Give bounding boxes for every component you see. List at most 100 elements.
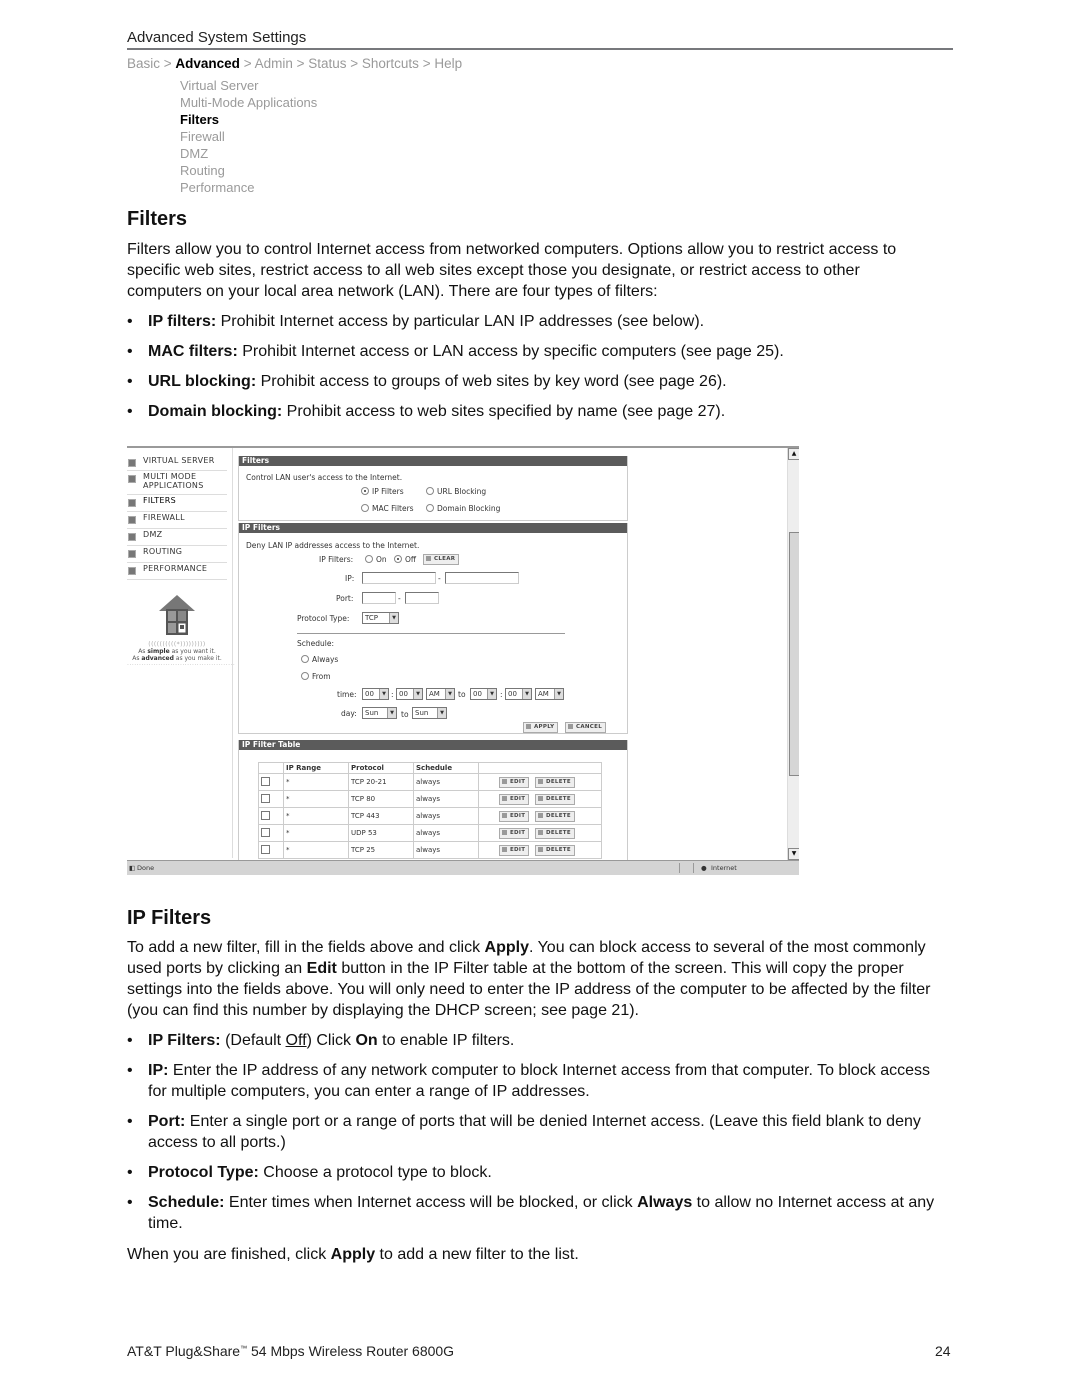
radio-icon[interactable] bbox=[301, 672, 309, 680]
button-label: EDIT bbox=[510, 830, 526, 836]
router-nav-item-filters[interactable]: FILTERS bbox=[127, 496, 227, 512]
radio-icon[interactable] bbox=[301, 655, 309, 663]
colon: : bbox=[500, 690, 503, 699]
scroll-up-icon[interactable]: ▲ bbox=[788, 448, 799, 460]
clear-button[interactable]: CLEAR bbox=[423, 554, 460, 565]
button-label: DELETE bbox=[546, 830, 571, 836]
apply-button[interactable]: APPLY bbox=[523, 722, 559, 733]
radio-url-blocking[interactable]: URL Blocking bbox=[426, 487, 486, 496]
button-label: DELETE bbox=[546, 796, 571, 802]
radio-ip-filters[interactable]: IP Filters bbox=[361, 487, 404, 496]
router-nav-item-performance[interactable]: PERFORMANCE bbox=[127, 564, 227, 580]
subnav-item-dmz[interactable]: DMZ bbox=[180, 145, 317, 162]
breadcrumb-item-status[interactable]: Status bbox=[308, 56, 346, 71]
time-from-hour-select[interactable]: 00 ▼ bbox=[362, 688, 389, 700]
vertical-scrollbar[interactable]: ▲ ▼ bbox=[787, 448, 799, 860]
row-checkbox[interactable] bbox=[261, 844, 270, 854]
arrow-icon bbox=[128, 516, 136, 524]
edit-button[interactable]: EDIT bbox=[499, 845, 530, 856]
router-nav-item-dmz[interactable]: DMZ bbox=[127, 530, 227, 546]
time-from-ampm-select[interactable]: AM ▼ bbox=[426, 688, 455, 700]
time-to-hour-select[interactable]: 00 ▼ bbox=[470, 688, 497, 700]
row-checkbox[interactable] bbox=[261, 793, 270, 803]
radio-icon[interactable] bbox=[426, 504, 434, 512]
dash: - bbox=[398, 594, 401, 603]
router-nav-label: FIREWALL bbox=[143, 513, 185, 522]
row-checkbox[interactable] bbox=[261, 810, 270, 820]
subnav-item-routing[interactable]: Routing bbox=[180, 162, 317, 179]
scrollbar-thumb[interactable] bbox=[789, 532, 799, 776]
select-value: 00 bbox=[399, 690, 408, 698]
subnav-item-virtual-server[interactable]: Virtual Server bbox=[180, 77, 317, 94]
subnav-item-performance[interactable]: Performance bbox=[180, 179, 317, 196]
subnav-item-firewall[interactable]: Firewall bbox=[180, 128, 317, 145]
breadcrumb-item-advanced[interactable]: Advanced bbox=[175, 56, 240, 71]
radio-icon[interactable] bbox=[426, 487, 434, 495]
arrow-icon bbox=[128, 533, 136, 541]
radio-domain-blocking[interactable]: Domain Blocking bbox=[426, 504, 500, 513]
delete-button[interactable]: DELETE bbox=[535, 811, 575, 822]
radio-always[interactable]: Always bbox=[301, 655, 338, 664]
time-to-min-select[interactable]: 00 ▼ bbox=[505, 688, 532, 700]
breadcrumb-item-help[interactable]: Help bbox=[434, 56, 462, 71]
subnav-item-multi-mode-applications[interactable]: Multi-Mode Applications bbox=[180, 94, 317, 111]
radio-icon[interactable] bbox=[361, 487, 369, 495]
router-nav-item-firewall[interactable]: FIREWALL bbox=[127, 513, 227, 529]
page-number: 24 bbox=[935, 1343, 951, 1359]
bullet-dot: • bbox=[127, 1194, 133, 1211]
row-checkbox[interactable] bbox=[261, 827, 270, 837]
protocol-type-select[interactable]: TCP ▼ bbox=[362, 612, 399, 624]
status-text: Done bbox=[137, 864, 155, 872]
schedule-cell: always bbox=[413, 773, 479, 791]
time-from-min-select[interactable]: 00 ▼ bbox=[396, 688, 423, 700]
ip-to-input[interactable] bbox=[445, 572, 519, 584]
filters-panel-title: Filters bbox=[239, 456, 627, 466]
port-to-input[interactable] bbox=[405, 592, 439, 604]
row-checkbox[interactable] bbox=[261, 776, 270, 786]
bold-text: Protocol Type: bbox=[148, 1164, 259, 1181]
ip-range-cell: * bbox=[283, 824, 349, 842]
button-label: CANCEL bbox=[576, 724, 602, 730]
protocol-cell: TCP 25 bbox=[348, 841, 414, 859]
time-to-ampm-select[interactable]: AM ▼ bbox=[535, 688, 564, 700]
edit-button[interactable]: EDIT bbox=[499, 777, 530, 788]
edit-button[interactable]: EDIT bbox=[499, 794, 530, 805]
router-nav-item-routing[interactable]: ROUTING bbox=[127, 547, 227, 563]
port-from-input[interactable] bbox=[362, 592, 396, 604]
document-header-title: Advanced System Settings bbox=[127, 29, 307, 46]
cancel-button[interactable]: CANCEL bbox=[565, 722, 606, 733]
ip-from-input[interactable] bbox=[362, 572, 436, 584]
radio-from[interactable]: From bbox=[301, 672, 331, 681]
radio-mac-filters[interactable]: MAC Filters bbox=[361, 504, 414, 513]
router-nav-item-multi-mode-applications[interactable]: MULTI MODE APPLICATIONS bbox=[127, 472, 227, 495]
radio-icon[interactable] bbox=[361, 504, 369, 512]
radio-off[interactable]: Off bbox=[394, 555, 416, 564]
delete-button[interactable]: DELETE bbox=[535, 828, 575, 839]
filter-type-bullet: • IP filters: Prohibit Internet access by… bbox=[127, 311, 953, 332]
radio-icon[interactable] bbox=[365, 555, 373, 563]
text: When you are finished, click bbox=[127, 1246, 331, 1263]
text: Enter a single port or a range of ports … bbox=[148, 1113, 921, 1151]
edit-button[interactable]: EDIT bbox=[499, 828, 530, 839]
radio-icon[interactable] bbox=[394, 555, 402, 563]
breadcrumb-item-admin[interactable]: Admin bbox=[255, 56, 293, 71]
delete-button[interactable]: DELETE bbox=[535, 794, 575, 805]
table-row: * TCP 20-21 always EDIT DELETE bbox=[258, 773, 602, 791]
page-icon: ◧ bbox=[129, 864, 136, 872]
ip-range-cell: * bbox=[283, 841, 349, 859]
delete-button[interactable]: DELETE bbox=[535, 845, 575, 856]
breadcrumb-item-basic[interactable]: Basic bbox=[127, 56, 160, 71]
subnav-item-filters[interactable]: Filters bbox=[180, 111, 317, 128]
breadcrumb-item-shortcuts[interactable]: Shortcuts bbox=[362, 56, 419, 71]
day-to-select[interactable]: Sun ▼ bbox=[412, 707, 447, 719]
edit-button[interactable]: EDIT bbox=[499, 811, 530, 822]
router-nav-item-virtual-server[interactable]: VIRTUAL SERVER bbox=[127, 456, 227, 471]
bullet-text: Domain blocking: Prohibit access to web … bbox=[148, 401, 953, 422]
button-label: DELETE bbox=[546, 847, 571, 853]
day-from-select[interactable]: Sun ▼ bbox=[362, 707, 397, 719]
scroll-down-icon[interactable]: ▼ bbox=[788, 848, 799, 860]
delete-button[interactable]: DELETE bbox=[535, 777, 575, 788]
radio-on[interactable]: On bbox=[365, 555, 387, 564]
bullet-dot: • bbox=[127, 1032, 133, 1049]
to-label: to bbox=[458, 690, 466, 699]
